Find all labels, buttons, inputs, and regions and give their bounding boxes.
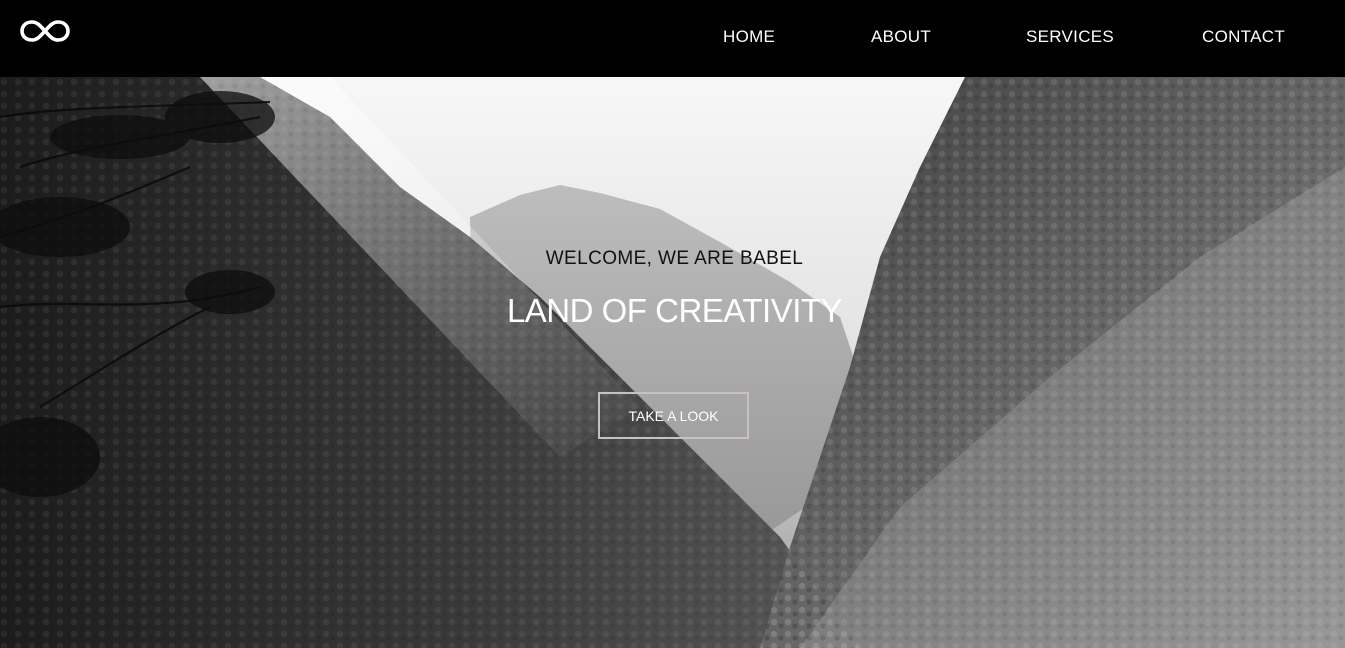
landing-page: HOME ABOUT SERVICES CONTACT WELCOME, WE … [0, 0, 1345, 648]
nav-contact-link[interactable]: CONTACT [1202, 26, 1285, 48]
hero-subtitle: WELCOME, WE ARE BABEL [545, 248, 804, 269]
nav-about-link[interactable]: ABOUT [871, 26, 931, 48]
nav-home-link[interactable]: HOME [723, 26, 775, 48]
site-header: HOME ABOUT SERVICES CONTACT [0, 0, 1345, 77]
take-a-look-button[interactable]: TAKE A LOOK [598, 392, 749, 439]
hero-background-image [0, 77, 1345, 648]
infinity-icon[interactable] [19, 17, 71, 45]
hero-title: LAND OF CREATIVITY [506, 292, 843, 329]
hero-section: WELCOME, WE ARE BABEL LAND OF CREATIVITY… [0, 77, 1345, 648]
nav-services-link[interactable]: SERVICES [1026, 26, 1114, 48]
